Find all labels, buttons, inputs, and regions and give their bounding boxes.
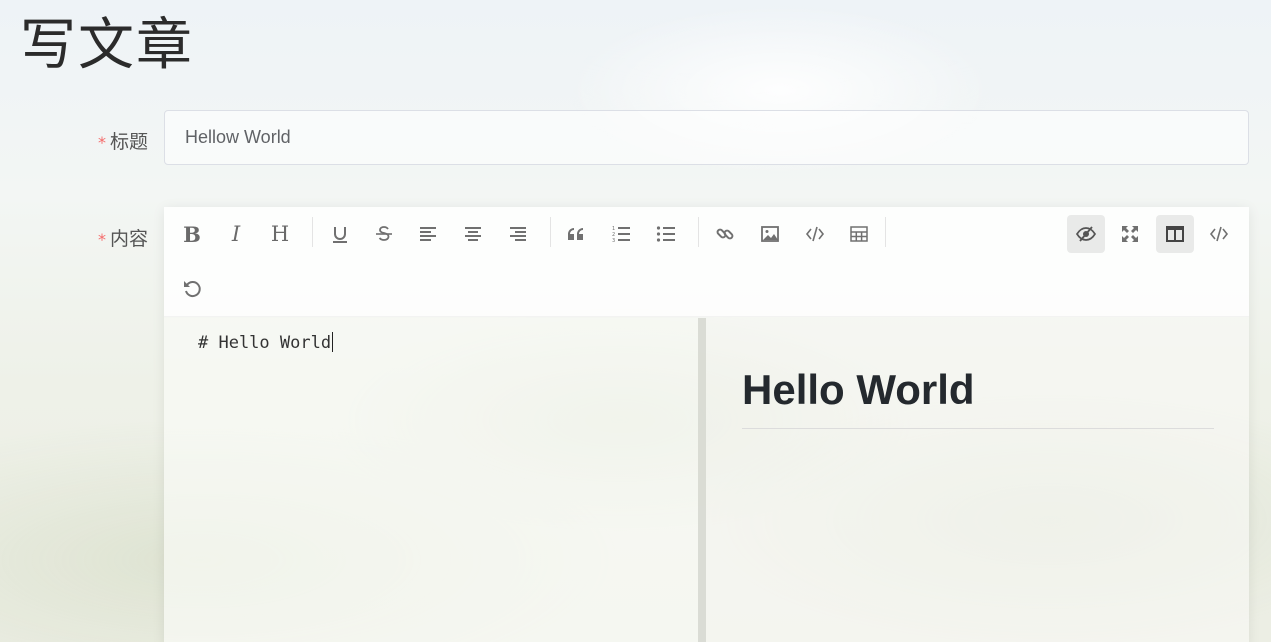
- code-button[interactable]: [796, 215, 834, 253]
- preview-heading: Hello World: [742, 366, 1214, 429]
- italic-icon: I: [231, 222, 241, 246]
- toolbar-divider: [312, 217, 313, 247]
- toolbar-divider: [885, 217, 886, 247]
- table-button[interactable]: [840, 215, 878, 253]
- italic-button[interactable]: I: [217, 215, 255, 253]
- code-icon: [805, 226, 825, 242]
- image-icon: [761, 226, 779, 242]
- subfield-button[interactable]: [1156, 215, 1194, 253]
- bold-icon: B: [183, 221, 201, 247]
- markdown-input-pane[interactable]: # Hello World: [164, 318, 698, 642]
- markdown-editor: B I H 123 # Hello World Hello World: [164, 207, 1249, 642]
- content-label: * 内容: [98, 224, 148, 251]
- fullscreen-button[interactable]: [1111, 215, 1149, 253]
- required-mark: *: [97, 133, 106, 152]
- underline-button[interactable]: [321, 215, 359, 253]
- image-button[interactable]: [751, 215, 789, 253]
- title-input[interactable]: [164, 110, 1249, 165]
- preview-toggle-button[interactable]: [1067, 215, 1105, 253]
- quote-icon: [568, 228, 583, 240]
- columns-icon: [1166, 226, 1184, 242]
- toolbar-divider: [698, 217, 699, 247]
- align-left-button[interactable]: [409, 215, 447, 253]
- undo-icon: [184, 281, 201, 298]
- unordered-list-button[interactable]: [647, 215, 685, 253]
- code-icon: [1209, 226, 1229, 242]
- link-button[interactable]: [706, 215, 744, 253]
- align-right-icon: [510, 227, 526, 241]
- html-code-button[interactable]: [1200, 215, 1238, 253]
- align-center-button[interactable]: [454, 215, 492, 253]
- preview-pane: Hello World: [706, 318, 1249, 642]
- ordered-list-button[interactable]: 123: [602, 215, 640, 253]
- link-icon: [716, 228, 734, 240]
- bold-button[interactable]: B: [173, 215, 211, 253]
- eye-slash-icon: [1076, 226, 1096, 242]
- markdown-source[interactable]: # Hello World: [198, 332, 333, 353]
- page-title: 写文章: [20, 13, 194, 78]
- undo-button[interactable]: [173, 269, 211, 307]
- svg-text:3: 3: [612, 238, 615, 244]
- underline-icon: [333, 227, 347, 243]
- ordered-list-icon: 123: [612, 226, 630, 244]
- blockquote-button[interactable]: [558, 215, 596, 253]
- title-label-text: 标题: [109, 131, 148, 153]
- align-left-icon: [420, 227, 436, 241]
- align-center-icon: [465, 227, 481, 241]
- editor-toolbar: B I H 123: [164, 207, 1249, 317]
- content-label-text: 内容: [109, 228, 148, 250]
- pane-divider: [698, 318, 706, 642]
- heading-icon: H: [270, 222, 290, 246]
- unordered-list-icon: [656, 226, 675, 242]
- strikethrough-icon: [376, 226, 392, 241]
- title-label: * 标题: [98, 127, 148, 154]
- table-icon: [850, 226, 868, 242]
- expand-icon: [1122, 226, 1138, 242]
- toolbar-divider: [550, 217, 551, 247]
- align-right-button[interactable]: [499, 215, 537, 253]
- strikethrough-button[interactable]: [365, 215, 403, 253]
- heading-button[interactable]: H: [261, 215, 299, 253]
- required-mark: *: [97, 230, 106, 249]
